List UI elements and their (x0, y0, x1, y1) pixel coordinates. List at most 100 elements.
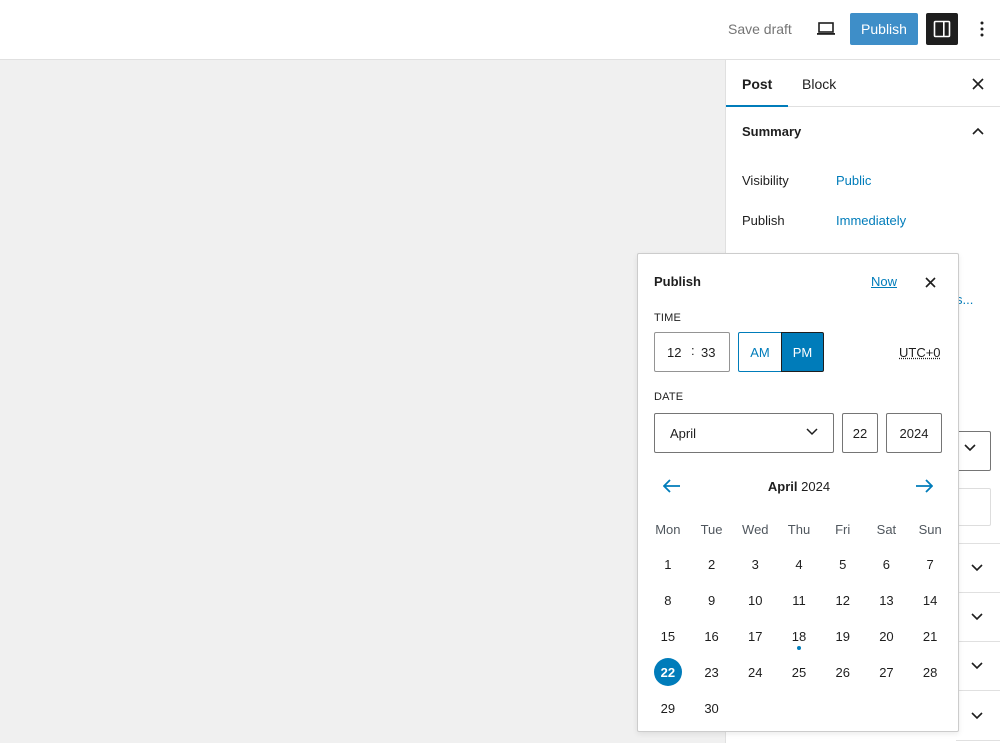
weekday-label: Fri (835, 521, 851, 537)
calendar-day[interactable]: 7 (916, 550, 944, 578)
editor-top-toolbar: Save draft Publish (0, 0, 1000, 60)
summary-toggle[interactable] (967, 122, 989, 140)
calendar-week-row: 22 23 24 25 26 27 28 (646, 654, 952, 690)
calendar-day[interactable]: 8 (654, 586, 682, 614)
am-button[interactable]: AM (738, 332, 782, 372)
now-button[interactable]: Now (871, 274, 897, 289)
publish-label: Publish (742, 213, 785, 228)
more-options-icon (980, 21, 984, 37)
panel-divider (956, 740, 1000, 741)
panel-divider (956, 690, 1000, 691)
am-pm-toggle: AM PM (738, 332, 824, 372)
timezone-label[interactable]: UTC+0 (899, 345, 941, 360)
visibility-value-link[interactable]: Public (836, 173, 871, 188)
hour-input[interactable]: 12 (667, 345, 681, 360)
calendar-day[interactable]: 24 (741, 658, 769, 686)
publish-date-popover: Publish Now TIME 12 : 33 AM PM UTC+0 DAT… (637, 253, 959, 732)
calendar-year: 2024 (801, 479, 831, 494)
sidebar-settings-icon (933, 20, 951, 38)
close-icon (972, 78, 984, 90)
date-section-label: DATE (654, 391, 684, 403)
tab-post[interactable]: Post (726, 60, 788, 107)
calendar-day[interactable]: 10 (741, 586, 769, 614)
calendar-day[interactable]: 23 (698, 658, 726, 686)
partial-input[interactable] (956, 488, 991, 526)
panel-divider (956, 592, 1000, 593)
weekday-label: Thu (787, 521, 811, 537)
calendar-day[interactable]: 29 (654, 694, 682, 722)
time-separator: : (691, 343, 695, 358)
calendar-week-row: 8 9 10 11 12 13 14 (646, 582, 952, 618)
pm-button[interactable]: PM (781, 332, 824, 372)
desktop-preview-icon (817, 22, 835, 35)
calendar-week-row: 15 16 17 18 19 20 21 (646, 618, 952, 654)
year-input[interactable]: 2024 (886, 413, 942, 453)
save-draft-button[interactable]: Save draft (720, 14, 800, 44)
calendar-day[interactable]: 20 (872, 622, 900, 650)
calendar-day[interactable]: 26 (829, 658, 857, 686)
calendar-day[interactable]: 3 (741, 550, 769, 578)
calendar-month: April (767, 479, 798, 494)
panel-divider (956, 543, 1000, 544)
calendar-day[interactable]: 25 (785, 658, 813, 686)
chevron-down-icon (964, 444, 976, 452)
calendar-day[interactable]: 11 (785, 586, 813, 614)
day-input[interactable]: 22 (842, 413, 878, 453)
calendar-day[interactable]: 1 (654, 550, 682, 578)
chevron-up-icon (972, 127, 984, 135)
time-section-label: TIME (654, 312, 682, 324)
visibility-label: Visibility (742, 173, 789, 188)
editor-canvas[interactable] (0, 60, 725, 743)
time-input-group: 12 : 33 (654, 332, 730, 372)
publish-button[interactable]: Publish (850, 13, 918, 45)
calendar-day[interactable]: 16 (698, 622, 726, 650)
tab-block[interactable]: Block (786, 60, 852, 107)
calendar-day[interactable]: 13 (872, 586, 900, 614)
calendar-day[interactable]: 21 (916, 622, 944, 650)
close-sidebar-button[interactable] (966, 72, 990, 96)
chevron-down-icon (806, 428, 818, 436)
calendar-day[interactable]: 27 (872, 658, 900, 686)
sidebar-tabs: Post Block (726, 60, 1000, 107)
calendar-day[interactable]: 22 (653, 658, 682, 686)
arrow-right-icon (916, 479, 933, 493)
weekday-header-row: Mon Tue Wed Thu Fri Sat Sun (646, 512, 952, 546)
close-popover-button[interactable] (920, 272, 940, 292)
calendar-day[interactable]: 15 (654, 622, 682, 650)
calendar-day[interactable]: 28 (916, 658, 944, 686)
panel-divider (956, 641, 1000, 642)
weekday-label: Sat (876, 521, 897, 537)
next-month-button[interactable] (912, 476, 936, 496)
popover-title: Publish (654, 274, 701, 289)
calendar-week-row: 1234567 (646, 546, 952, 582)
close-icon (924, 276, 936, 288)
summary-panel-title[interactable]: Summary (742, 124, 801, 139)
calendar-day[interactable]: 18 (785, 622, 813, 650)
month-select-value: April (670, 426, 697, 441)
calendar-day[interactable]: 4 (785, 550, 813, 578)
calendar-day[interactable]: 2 (698, 550, 726, 578)
calendar-day[interactable]: 6 (872, 550, 900, 578)
calendar-day[interactable]: 30 (698, 694, 726, 722)
calendar-day[interactable]: 19 (829, 622, 857, 650)
weekday-label: Sun (918, 521, 942, 537)
settings-toggle-button[interactable] (926, 13, 958, 45)
calendar-grid: Mon Tue Wed Thu Fri Sat Sun 1 2 3 4 5 6 7 8 9 10 1… (646, 512, 952, 726)
minute-input[interactable]: 33 (701, 345, 715, 360)
calendar-day[interactable]: 14 (916, 586, 944, 614)
calendar-day[interactable]: 17 (741, 622, 769, 650)
month-select[interactable]: April (654, 413, 834, 453)
weekday-label: Wed (742, 521, 769, 537)
publish-date-link[interactable]: Immediately (836, 213, 906, 228)
more-options-button[interactable] (966, 13, 998, 45)
calendar-day[interactable]: 5 (829, 550, 857, 578)
preview-button[interactable] (810, 13, 842, 45)
weekday-label: Tue (700, 521, 723, 537)
chevron-down-icon[interactable] (971, 613, 983, 621)
calendar-day[interactable]: 12 (829, 586, 857, 614)
chevron-down-icon[interactable] (971, 564, 983, 572)
chevron-down-icon[interactable] (971, 712, 983, 720)
chevron-down-icon[interactable] (971, 662, 983, 670)
calendar-week-row: 29 30 (646, 690, 952, 726)
calendar-day[interactable]: 9 (698, 586, 726, 614)
